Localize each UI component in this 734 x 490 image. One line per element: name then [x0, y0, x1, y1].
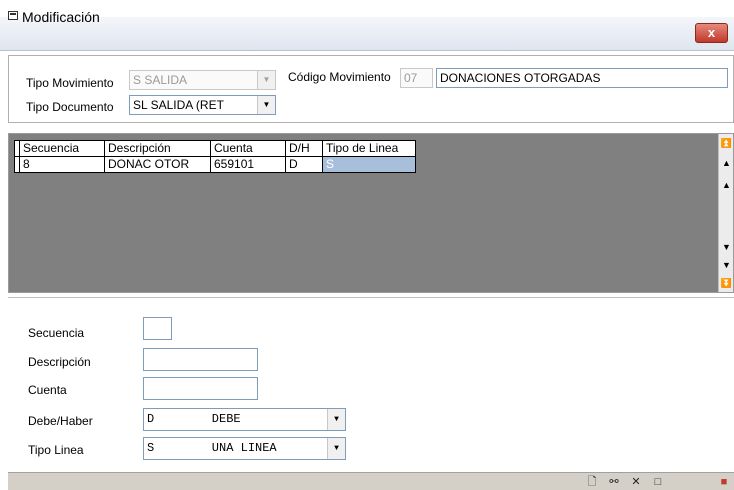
debe-haber-label: Debe/Haber — [28, 414, 93, 428]
lines-table: Secuencia Descripción Cuenta D/H Tipo de… — [14, 140, 416, 173]
column-header[interactable]: Tipo de Linea — [322, 140, 416, 157]
save-icon[interactable]: □ — [650, 475, 666, 489]
scroll-first-icon[interactable]: ⏫ — [719, 136, 734, 150]
tipo-linea-value: S UNA LINEA — [147, 441, 277, 455]
chevron-down-icon[interactable]: ▼ — [327, 409, 345, 430]
tipo-linea-label: Tipo Linea — [28, 443, 84, 457]
codigo-movimiento-label: Código Movimiento — [288, 70, 391, 84]
table-row[interactable]: 8 DONAC OTOR 659101 D S — [14, 156, 416, 173]
debe-haber-select[interactable]: D DEBE ▼ — [143, 408, 346, 431]
debe-haber-value: D DEBE — [147, 412, 241, 426]
grid-header-row: Secuencia Descripción Cuenta D/H Tipo de… — [14, 140, 416, 157]
codigo-movimiento-desc-field[interactable]: DONACIONES OTORGADAS — [436, 68, 728, 88]
header-frame — [8, 55, 734, 123]
tipo-linea-select[interactable]: S UNA LINEA ▼ — [143, 437, 346, 460]
scroll-page-down-icon[interactable]: ▼ — [719, 258, 734, 272]
window-titlebar — [0, 17, 734, 51]
scroll-page-up-icon[interactable]: ▲ — [719, 156, 734, 170]
chevron-down-icon[interactable]: ▼ — [257, 96, 275, 114]
column-header[interactable]: Descripción — [104, 140, 211, 157]
column-header[interactable]: Cuenta — [210, 140, 286, 157]
chevron-down-icon[interactable]: ▼ — [327, 438, 345, 459]
codigo-movimiento-code-field[interactable]: 07 — [400, 68, 433, 88]
table-cell-selected[interactable]: S — [322, 156, 416, 173]
descripcion-label: Descripción — [28, 355, 91, 369]
table-cell[interactable]: DONAC OTOR — [104, 156, 211, 173]
tipo-documento-label: Tipo Documento — [26, 100, 114, 114]
tipo-documento-value: SL SALIDA (RET — [133, 98, 224, 112]
form-window-icon — [8, 11, 18, 20]
secuencia-field[interactable] — [143, 317, 172, 340]
column-header[interactable]: Secuencia — [19, 140, 105, 157]
new-record-icon[interactable]: 🗋 — [584, 475, 600, 489]
close-button[interactable]: x — [695, 23, 728, 43]
tipo-documento-select[interactable]: SL SALIDA (RET ▼ — [129, 95, 276, 115]
cuenta-field[interactable] — [143, 377, 258, 400]
delete-icon[interactable]: ✕ — [628, 475, 644, 489]
secuencia-label: Secuencia — [28, 326, 85, 340]
table-cell[interactable]: 659101 — [210, 156, 286, 173]
tipo-movimiento-value: S SALIDA — [133, 73, 188, 87]
scroll-down-icon[interactable]: ▼ — [719, 240, 734, 254]
open-icon[interactable]: ⚯ — [606, 475, 622, 489]
bottom-toolbar: 🗋 ⚯ ✕ □ ■ — [8, 472, 734, 490]
exit-icon[interactable]: ■ — [716, 475, 732, 489]
table-cell[interactable]: D — [285, 156, 323, 173]
detail-form — [8, 297, 734, 472]
tipo-movimiento-select[interactable]: S SALIDA ▼ — [129, 70, 276, 90]
column-header[interactable]: D/H — [285, 140, 323, 157]
cuenta-label: Cuenta — [28, 383, 67, 397]
table-cell[interactable]: 8 — [19, 156, 105, 173]
scroll-up-icon[interactable]: ▲ — [719, 178, 734, 192]
descripcion-field[interactable] — [143, 348, 258, 371]
window-title: Modificación — [22, 9, 100, 25]
tipo-movimiento-label: Tipo Movimiento — [26, 76, 114, 90]
grid-vertical-scrollbar[interactable]: ⏫ ▲ ▲ ▼ ▼ ⏬ — [718, 134, 733, 292]
chevron-down-icon[interactable]: ▼ — [257, 71, 275, 89]
scroll-last-icon[interactable]: ⏬ — [719, 276, 734, 290]
